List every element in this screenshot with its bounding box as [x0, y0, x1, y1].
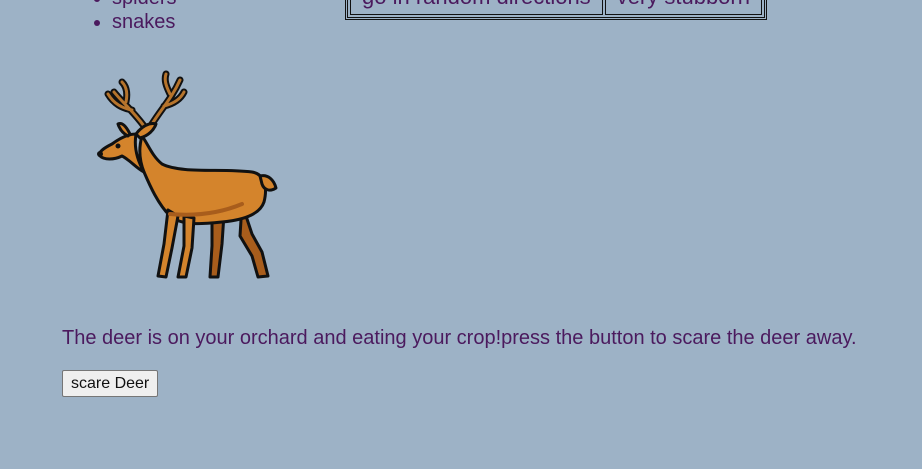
traits-table: go in random directions very stubborn — [345, 0, 767, 20]
list-item: snakes — [93, 11, 176, 33]
threats-list: spiders snakes — [93, 0, 176, 34]
table-row: go in random directions very stubborn — [350, 0, 762, 15]
table-cell: very stubborn — [604, 0, 762, 15]
deer-message: The deer is on your orchard and eating y… — [62, 327, 857, 349]
page: spiders snakes go in random directions v… — [0, 0, 922, 469]
deer-image — [97, 70, 278, 279]
table-cell: go in random directions — [350, 0, 603, 15]
scare-deer-button[interactable]: scare Deer — [62, 370, 159, 397]
list-item: spiders — [93, 0, 176, 10]
